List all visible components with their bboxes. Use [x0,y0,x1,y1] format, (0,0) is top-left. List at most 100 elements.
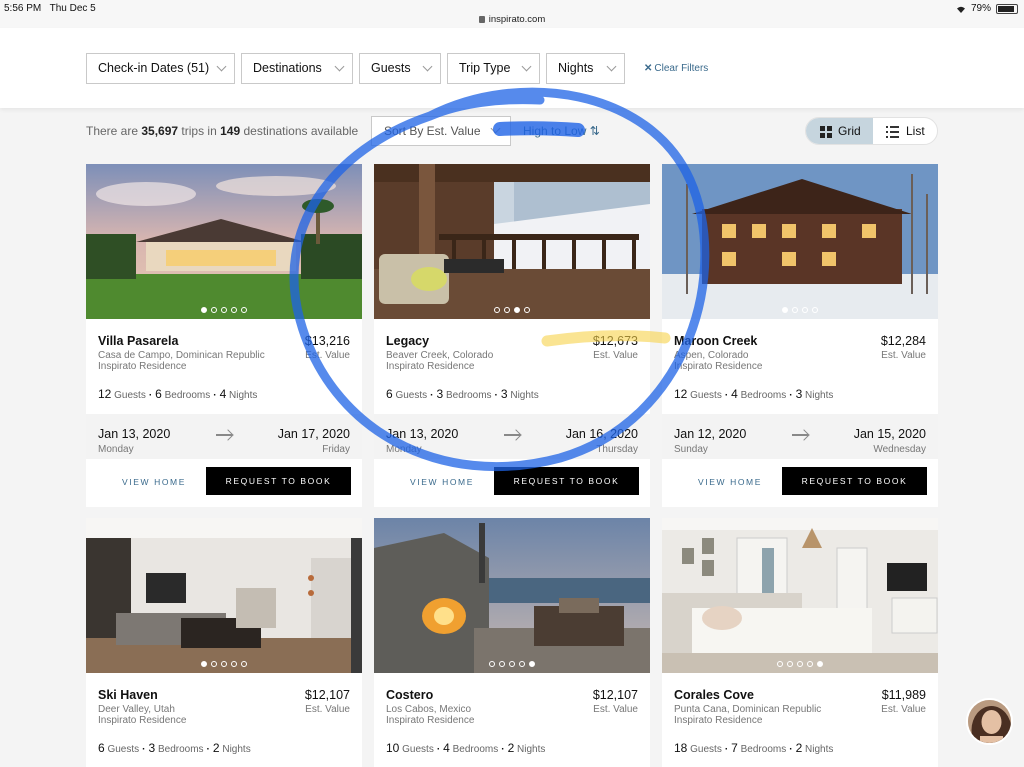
property-card[interactable]: Maroon Creek Aspen, Colorado Inspirato R… [662,164,938,507]
view-home-link[interactable]: VIEW HOME [122,477,186,487]
status-time: 5:56 PM Thu Dec 5 [4,3,96,14]
property-name: Corales Cove [674,688,754,702]
property-price: $12,107 [304,688,350,702]
chevron-down-icon [606,61,617,72]
trip-dates: Jan 13, 2020 Monday Jan 16, 2020 Thursda… [374,414,650,459]
checkout-day: Friday [322,444,350,455]
property-name: Costero [386,688,434,702]
property-photo[interactable] [86,164,362,319]
est-value-label: Est. Value [881,704,926,715]
request-to-book-button[interactable]: REQUEST TO BOOK [782,467,927,495]
carousel-dots[interactable] [662,307,938,313]
checkin-day: Monday [98,444,134,455]
battery-icon [996,3,1018,14]
property-card[interactable]: Ski Haven Deer Valley, Utah Inspirato Re… [86,518,362,767]
chevron-down-icon [521,61,532,72]
property-card[interactable]: Legacy Beaver Creek, Colorado Inspirato … [374,164,650,507]
checkout-date: Jan 16, 2020 [565,427,638,441]
property-card[interactable]: Costero Los Cabos, Mexico Inspirato Resi… [374,518,650,767]
checkin-date: Jan 12, 2020 [674,427,747,441]
status-bar: 5:56 PM Thu Dec 5 inspirato.com 79% [0,0,1024,28]
carousel-dots[interactable] [374,307,650,313]
filter-trip-type[interactable]: Trip Type [447,53,540,84]
chevron-down-icon [334,61,345,72]
property-price: $12,284 [880,334,926,348]
clear-filters-link[interactable]: ✕ Clear Filters [644,63,708,74]
checkout-date: Jan 17, 2020 [277,427,350,441]
property-stats: 6 Guests · 3 Bedrooms · 3 Nights [386,387,539,401]
chevron-down-icon [490,123,501,134]
property-location: Beaver Creek, Colorado [386,350,494,361]
filter-destinations[interactable]: Destinations [241,53,353,84]
property-stats: 12 Guests · 4 Bedrooms · 3 Nights [674,387,834,401]
carousel-dots[interactable] [86,307,362,313]
grid-view-button[interactable]: Grid [806,118,873,144]
est-value-label: Est. Value [881,350,926,361]
view-home-link[interactable]: VIEW HOME [410,477,474,487]
checkin-date: Jan 13, 2020 [98,427,171,441]
carousel-dots[interactable] [374,661,650,667]
list-icon [886,126,899,138]
checkin-date: Jan 13, 2020 [386,427,459,441]
view-home-link[interactable]: VIEW HOME [698,477,762,487]
results-summary: There are 35,697 trips in 149 destinatio… [86,124,359,138]
est-value-label: Est. Value [593,704,638,715]
property-location: Deer Valley, Utah [98,704,175,715]
checkout-date: Jan 15, 2020 [853,427,926,441]
property-type: Inspirato Residence [386,715,475,726]
chevron-down-icon [216,61,227,72]
status-right: 79% [956,3,1018,14]
filter-bar: Check-in Dates (51) Destinations Guests … [0,28,1024,108]
property-card[interactable]: Villa Pasarela Casa de Campo, Dominican … [86,164,362,507]
view-toggle: Grid List [805,117,938,145]
property-price: $11,989 [881,688,926,702]
est-value-label: Est. Value [593,350,638,361]
property-price: $13,216 [304,334,350,348]
request-to-book-button[interactable]: REQUEST TO BOOK [206,467,351,495]
property-name: Villa Pasarela [98,334,179,348]
filter-checkin-dates[interactable]: Check-in Dates (51) [86,53,235,84]
chat-avatar[interactable] [966,698,1013,745]
battery-percent: 79% [970,3,991,14]
address-bar[interactable]: inspirato.com [0,14,1024,25]
est-value-label: Est. Value [305,350,350,361]
filter-nights[interactable]: Nights [546,53,625,84]
close-icon: ✕ [644,63,653,74]
arrow-right-icon [792,434,808,436]
arrow-right-icon [216,434,232,436]
sort-order-toggle[interactable]: High to Low ⇅ [523,124,600,138]
property-photo[interactable] [662,518,938,673]
property-location: Aspen, Colorado [674,350,749,361]
sort-arrows-icon: ⇅ [589,124,600,138]
property-stats: 12 Guests · 6 Bedrooms · 4 Nights [98,387,258,401]
property-card[interactable]: Corales Cove Punta Cana, Dominican Repub… [662,518,938,767]
property-location: Los Cabos, Mexico [386,704,472,715]
property-name: Legacy [386,334,430,348]
property-photo[interactable] [86,518,362,673]
property-photo[interactable] [662,164,938,319]
property-type: Inspirato Residence [674,715,763,726]
property-stats: 10 Guests · 4 Bedrooms · 2 Nights [386,741,546,755]
property-location: Casa de Campo, Dominican Republic [98,350,265,361]
property-price: $12,673 [592,334,638,348]
lock-icon [478,16,485,23]
checkin-day: Sunday [674,444,708,455]
wifi-icon [956,6,965,13]
carousel-dots[interactable] [662,661,938,667]
property-photo[interactable] [374,518,650,673]
property-stats: 18 Guests · 7 Bedrooms · 2 Nights [674,741,834,755]
sort-select[interactable]: Sort By Est. Value [371,116,511,146]
filter-guests[interactable]: Guests [359,53,441,84]
checkout-day: Wednesday [873,444,926,455]
property-type: Inspirato Residence [386,361,475,372]
list-view-button[interactable]: List [873,118,937,144]
property-name: Maroon Creek [674,334,758,348]
checkin-day: Monday [386,444,422,455]
property-type: Inspirato Residence [674,361,763,372]
property-price: $12,107 [592,688,638,702]
request-to-book-button[interactable]: REQUEST TO BOOK [494,467,639,495]
checkout-day: Thursday [596,444,638,455]
property-photo[interactable] [374,164,650,319]
grid-icon [820,126,832,138]
carousel-dots[interactable] [86,661,362,667]
